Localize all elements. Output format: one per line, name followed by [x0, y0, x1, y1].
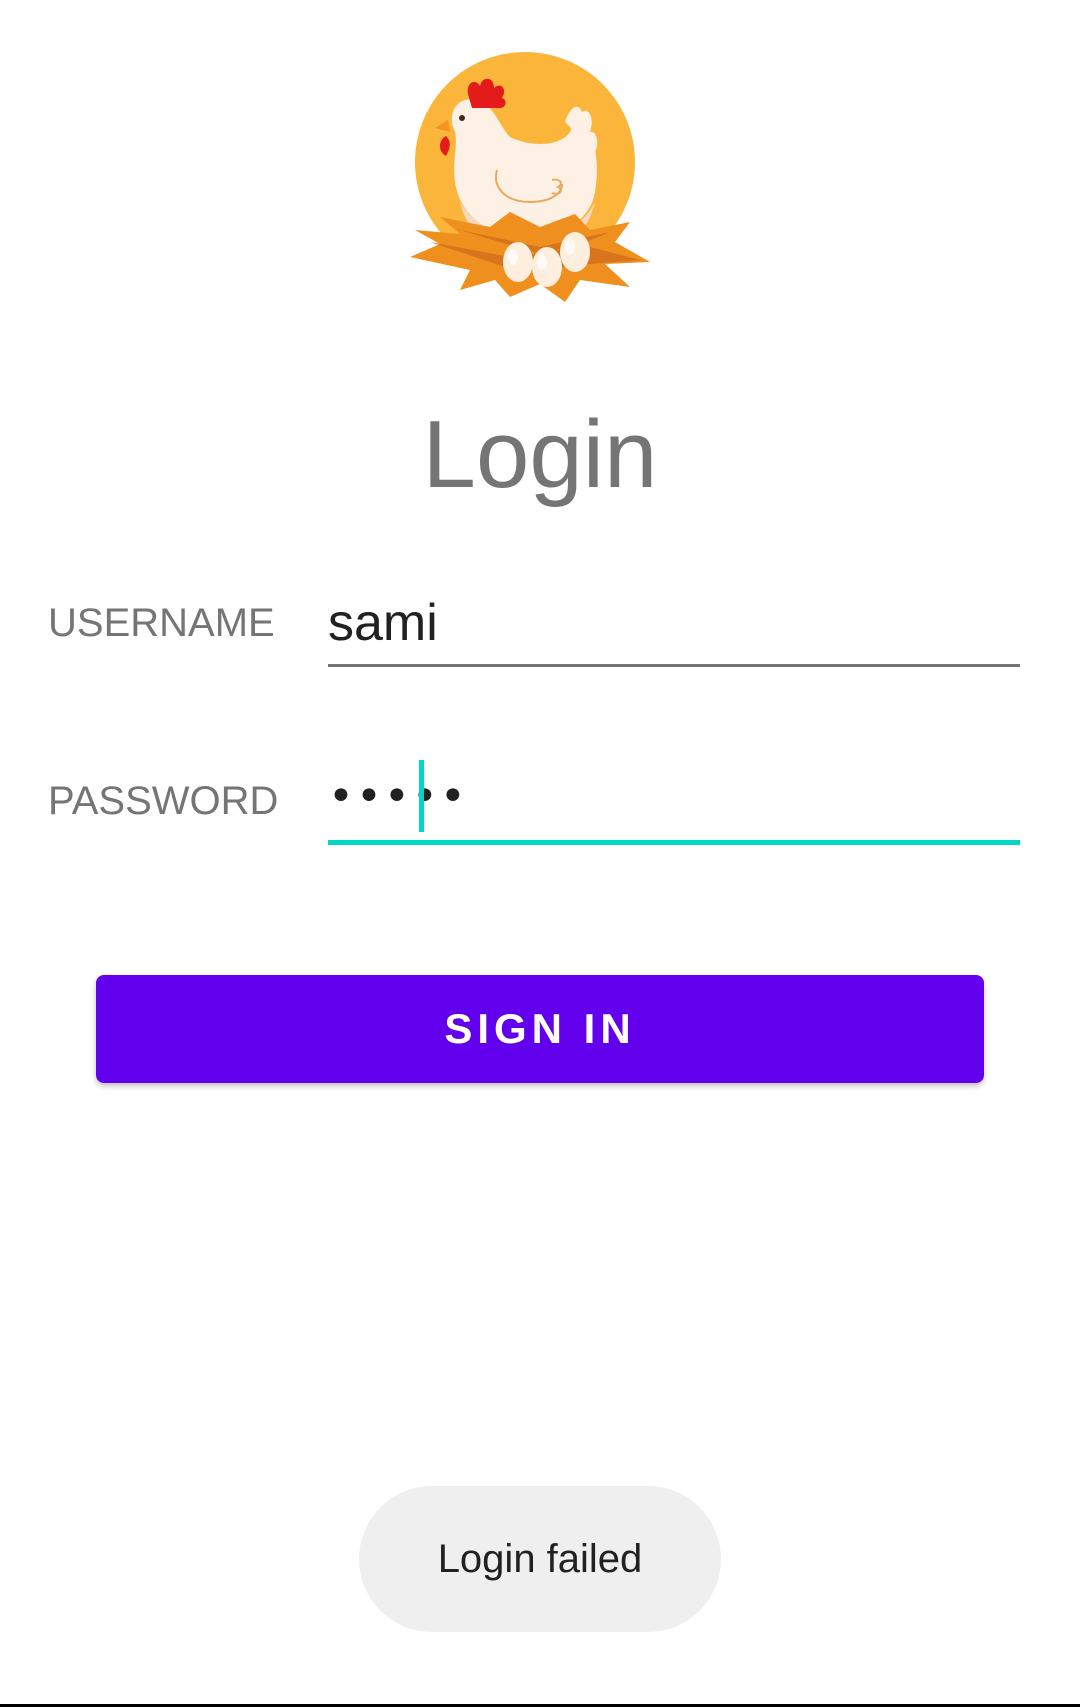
text-caret	[419, 760, 424, 832]
sign-in-button[interactable]: SIGN IN	[96, 975, 984, 1083]
hen-logo-icon	[410, 52, 650, 302]
password-label: PASSWORD	[48, 779, 279, 823]
password-value: •••••	[328, 771, 468, 822]
username-field[interactable]: sami	[328, 586, 1020, 667]
password-field[interactable]: •••••	[328, 758, 1020, 845]
username-label: USERNAME	[48, 601, 275, 645]
username-value: sami	[328, 594, 438, 652]
page-title: Login	[422, 401, 658, 508]
toast-message: Login failed	[359, 1486, 721, 1632]
